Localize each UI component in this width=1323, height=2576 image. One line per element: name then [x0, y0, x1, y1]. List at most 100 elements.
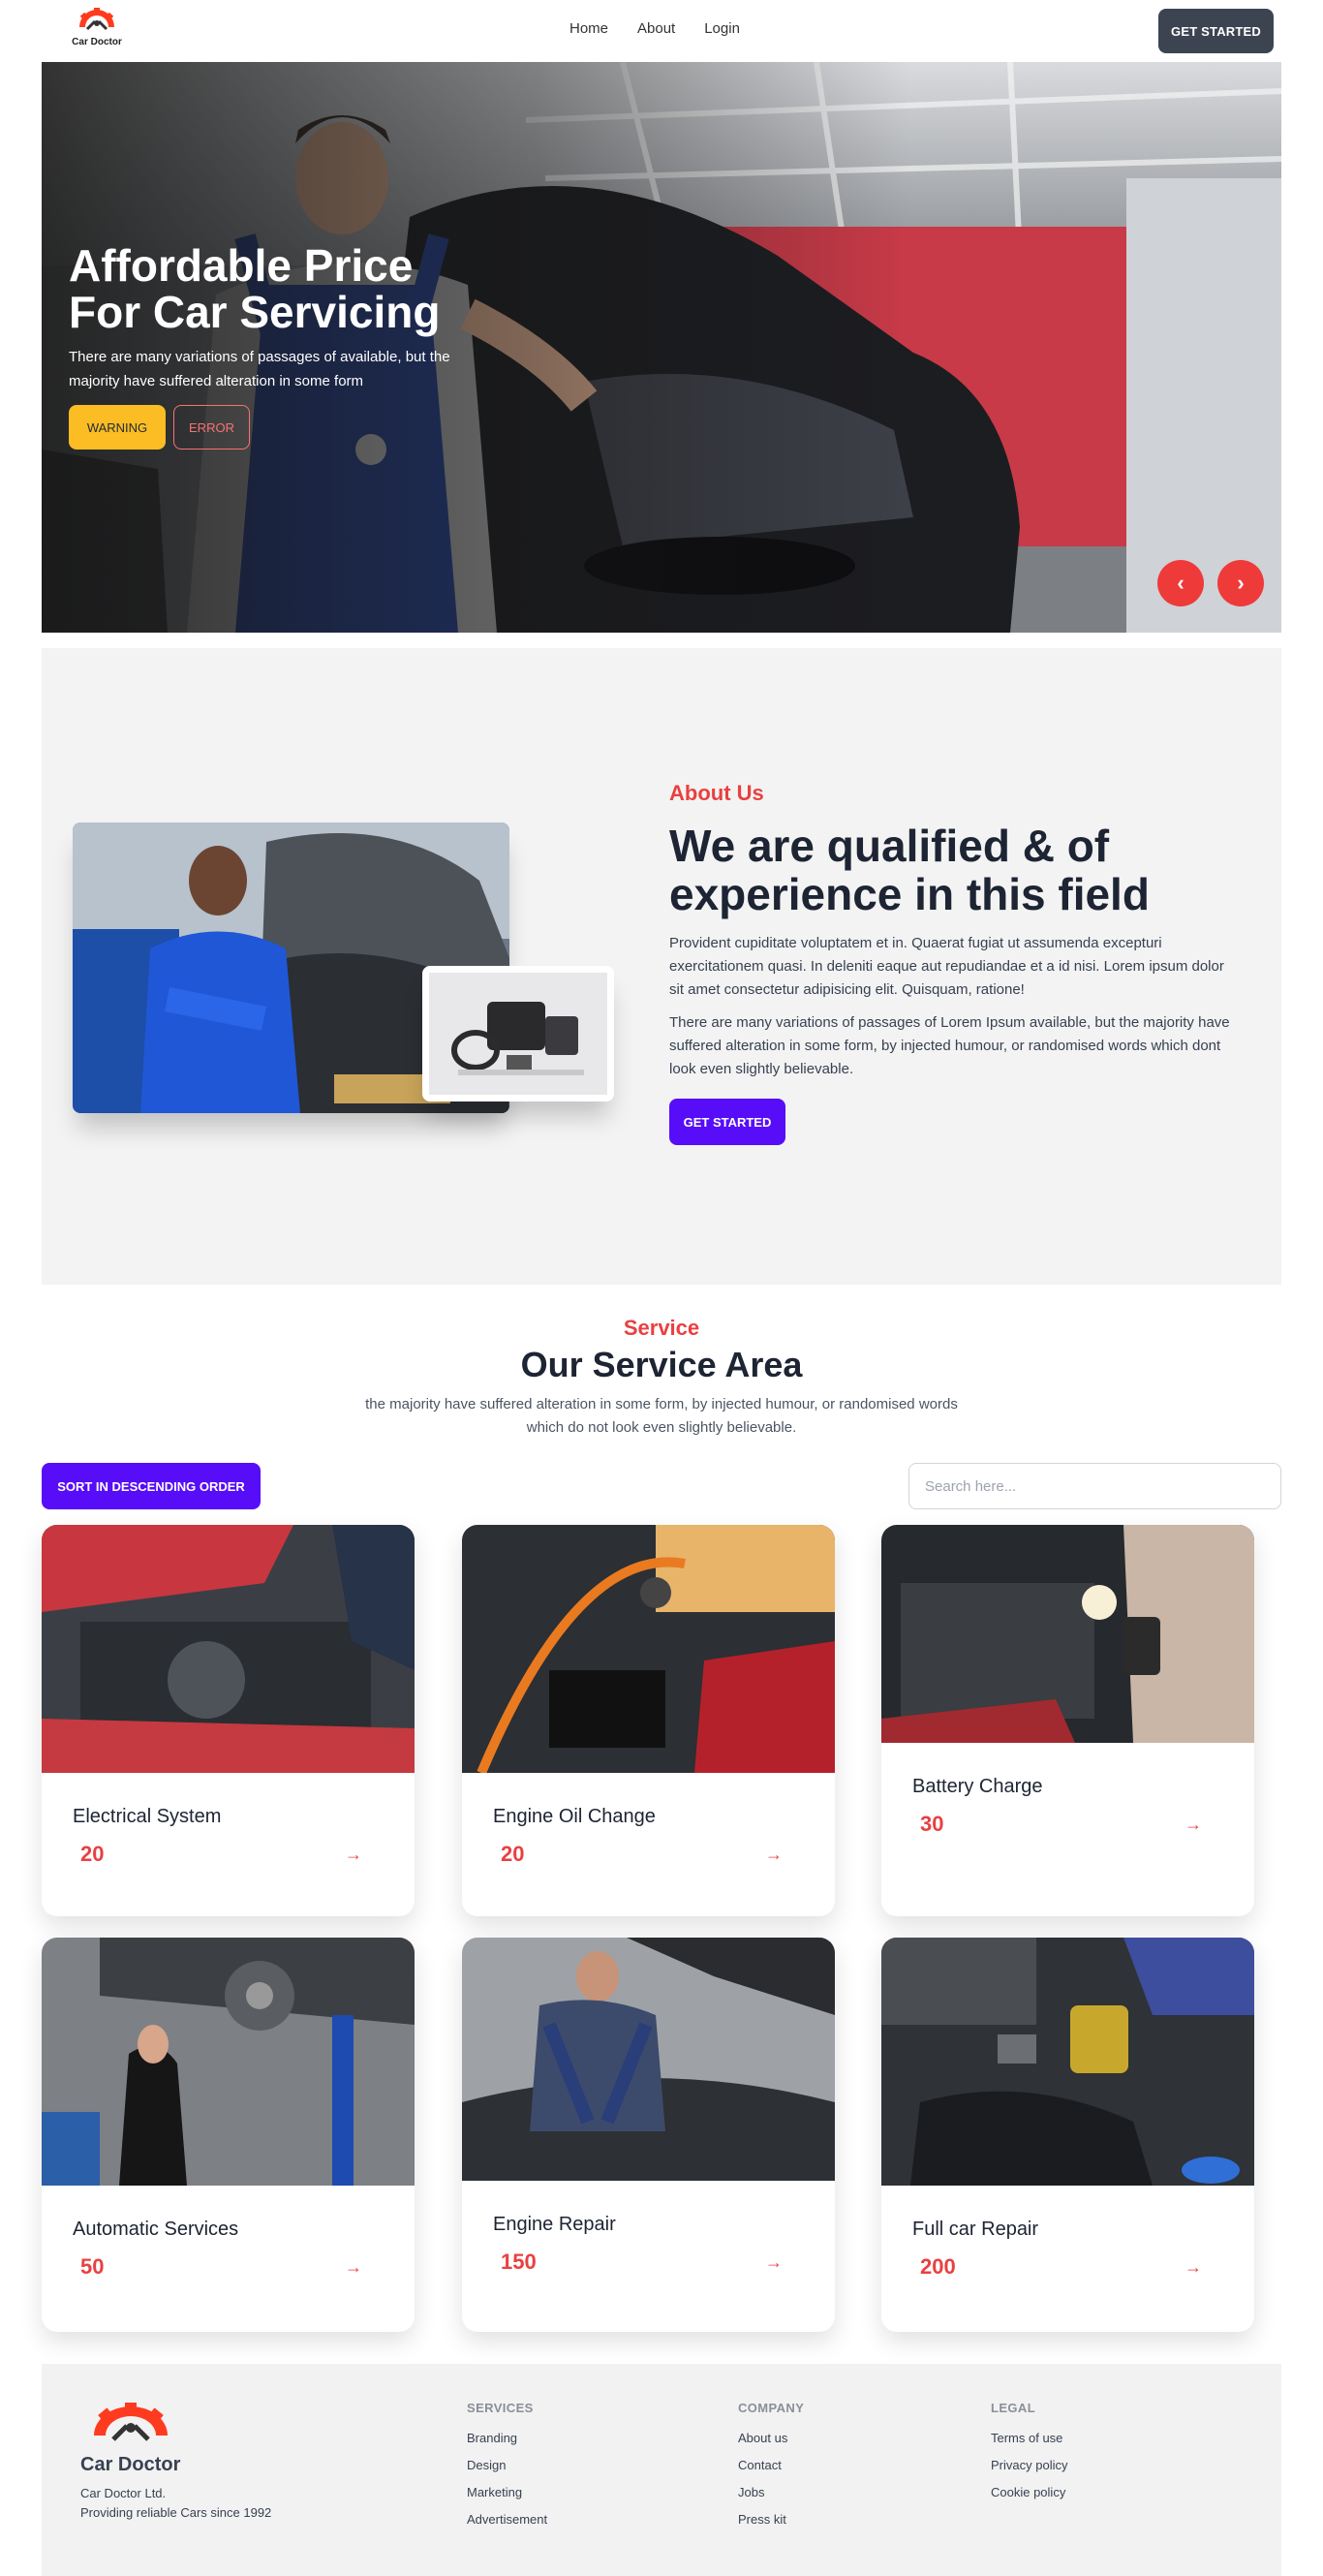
- footer-link-branding[interactable]: Branding: [467, 2425, 547, 2452]
- get-started-button[interactable]: GET STARTED: [1158, 9, 1274, 53]
- slider-controls: ‹ ›: [1157, 560, 1264, 606]
- service-card-price: 30: [920, 1812, 944, 1836]
- footer-link-cookie[interactable]: Cookie policy: [991, 2479, 1067, 2506]
- service-card-body: Full car Repair 200 →: [881, 2186, 1254, 2280]
- footer-link-about-us[interactable]: About us: [738, 2425, 804, 2452]
- nav-link-home[interactable]: Home: [569, 20, 608, 37]
- about-section: About Us We are qualified & of experienc…: [42, 648, 1281, 1285]
- services-title: Our Service Area: [520, 1345, 803, 1384]
- navbar: Car Doctor Home About Login GET STARTED: [42, 0, 1281, 62]
- arrow-right-icon[interactable]: →: [765, 1845, 783, 1865]
- sort-descending-button[interactable]: SORT IN DESCENDING ORDER: [42, 1463, 261, 1509]
- service-card-image: [881, 1938, 1254, 2186]
- gear-logo-icon: [94, 2403, 168, 2441]
- service-card[interactable]: Electrical System 20 →: [42, 1525, 415, 1916]
- footer-services-heading: SERVICES: [467, 2401, 534, 2415]
- service-card[interactable]: Full car Repair 200 →: [881, 1938, 1254, 2332]
- footer-tagline: Providing reliable Cars since 1992: [80, 2505, 272, 2520]
- page: Car Doctor Home About Login GET STARTED: [0, 0, 1323, 2576]
- footer-link-jobs[interactable]: Jobs: [738, 2479, 804, 2506]
- service-card-image: [42, 1525, 415, 1773]
- service-card-title: Battery Charge: [912, 1776, 1043, 1797]
- footer-company-info: Car Doctor Ltd. Providing reliable Cars …: [80, 2484, 271, 2523]
- about-get-started-button[interactable]: GET STARTED: [669, 1099, 785, 1145]
- about-paragraph-2: There are many variations of passages of…: [669, 1014, 1230, 1077]
- hero-title-line-1: Affordable Price: [69, 240, 414, 291]
- service-card-image: [881, 1525, 1254, 1743]
- about-content: About Us We are qualified & of experienc…: [669, 781, 1241, 1145]
- service-card-footer: 150 →: [493, 2250, 804, 2275]
- prev-slide-button[interactable]: ‹: [1157, 560, 1204, 606]
- hero-buttons: WARNING ERROR: [69, 405, 485, 450]
- services-subtitle: the majority have suffered alteration in…: [365, 1396, 958, 1436]
- arrow-right-icon[interactable]: →: [765, 2252, 783, 2273]
- footer-link-design[interactable]: Design: [467, 2452, 547, 2479]
- footer-company-column: COMPANY About us Contact Jobs Press kit: [738, 2401, 804, 2533]
- arrow-right-icon[interactable]: →: [345, 2257, 362, 2278]
- arrow-right-icon[interactable]: →: [345, 1845, 362, 1865]
- footer-services-column: SERVICES Branding Design Marketing Adver…: [467, 2401, 547, 2533]
- error-button[interactable]: ERROR: [173, 405, 250, 450]
- footer-legal-heading: LEGAL: [991, 2401, 1036, 2415]
- service-card[interactable]: Engine Oil Change 20 →: [462, 1525, 835, 1916]
- arrow-right-icon[interactable]: →: [1185, 1815, 1202, 1835]
- service-card-body: Battery Charge 30 →: [881, 1743, 1254, 1837]
- next-slide-button[interactable]: ›: [1217, 560, 1264, 606]
- service-card[interactable]: Battery Charge 30 →: [881, 1525, 1254, 1916]
- arrow-right-icon[interactable]: →: [1185, 2257, 1202, 2278]
- footer-link-marketing[interactable]: Marketing: [467, 2479, 547, 2506]
- service-card-price: 20: [501, 1842, 525, 1866]
- chevron-right-icon: ›: [1237, 571, 1245, 595]
- service-card-footer: 20 →: [73, 1842, 384, 1867]
- service-card[interactable]: Automatic Services 50 →: [42, 1938, 415, 2332]
- brand-logo[interactable]: Car Doctor: [66, 6, 128, 47]
- service-card-body: Engine Repair 150 →: [462, 2181, 835, 2275]
- hero-title-line-2: For Car Servicing: [69, 287, 441, 337]
- footer-link-privacy[interactable]: Privacy policy: [991, 2452, 1067, 2479]
- service-card-title: Engine Repair: [493, 2214, 616, 2235]
- service-card-body: Electrical System 20 →: [42, 1773, 415, 1867]
- services-header: Service Our Service Area the majority ha…: [0, 1316, 1323, 1440]
- service-card-title: Electrical System: [73, 1806, 222, 1827]
- nav-link-about[interactable]: About: [637, 20, 675, 37]
- service-card-title: Engine Oil Change: [493, 1806, 656, 1827]
- service-card-footer: 20 →: [493, 1842, 804, 1867]
- footer-link-terms[interactable]: Terms of use: [991, 2425, 1067, 2452]
- hero-content: Affordable Price For Car Servicing There…: [69, 242, 485, 450]
- hero-description: There are many variations of passages of…: [69, 349, 450, 389]
- service-card-image: [462, 1938, 835, 2181]
- service-card-price: 150: [501, 2250, 537, 2274]
- service-card-price: 20: [80, 1842, 105, 1866]
- footer-link-advertisement[interactable]: Advertisement: [467, 2506, 547, 2533]
- service-card-title: Automatic Services: [73, 2219, 239, 2240]
- search-input[interactable]: [908, 1463, 1281, 1509]
- service-card-price: 200: [920, 2254, 956, 2279]
- brand-name: Car Doctor: [72, 37, 122, 47]
- hero-slider: Affordable Price For Car Servicing There…: [42, 62, 1281, 633]
- service-card-body: Automatic Services 50 →: [42, 2186, 415, 2280]
- chevron-left-icon: ‹: [1177, 571, 1185, 595]
- footer-brand-name: Car Doctor: [80, 2454, 181, 2475]
- nav-link-login[interactable]: Login: [704, 20, 740, 37]
- service-card-title: Full car Repair: [912, 2219, 1039, 2240]
- nav-links: Home About Login: [569, 20, 740, 37]
- footer-link-press-kit[interactable]: Press kit: [738, 2506, 804, 2533]
- footer-legal-column: LEGAL Terms of use Privacy policy Cookie…: [991, 2401, 1067, 2506]
- services-kicker: Service: [623, 1316, 700, 1340]
- warning-button[interactable]: WARNING: [69, 405, 166, 450]
- footer-ltd: Car Doctor Ltd.: [80, 2486, 167, 2500]
- footer-company-heading: COMPANY: [738, 2401, 805, 2415]
- service-card-footer: 30 →: [912, 1812, 1223, 1837]
- service-card-image: [462, 1525, 835, 1773]
- footer-brand: Car Doctor Car Doctor Ltd. Providing rel…: [80, 2401, 271, 2523]
- hero-title: Affordable Price For Car Servicing: [69, 242, 485, 335]
- service-card-body: Engine Oil Change 20 →: [462, 1773, 835, 1867]
- about-kicker: About Us: [669, 781, 764, 805]
- about-title: We are qualified & of experience in this…: [669, 821, 1150, 919]
- service-card-image: [42, 1938, 415, 2186]
- service-card-footer: 50 →: [73, 2254, 384, 2280]
- about-paragraph-1: Provident cupiditate voluptatem et in. Q…: [669, 935, 1224, 998]
- service-card[interactable]: Engine Repair 150 →: [462, 1938, 835, 2332]
- footer-link-contact[interactable]: Contact: [738, 2452, 804, 2479]
- footer: Car Doctor Car Doctor Ltd. Providing rel…: [42, 2364, 1281, 2576]
